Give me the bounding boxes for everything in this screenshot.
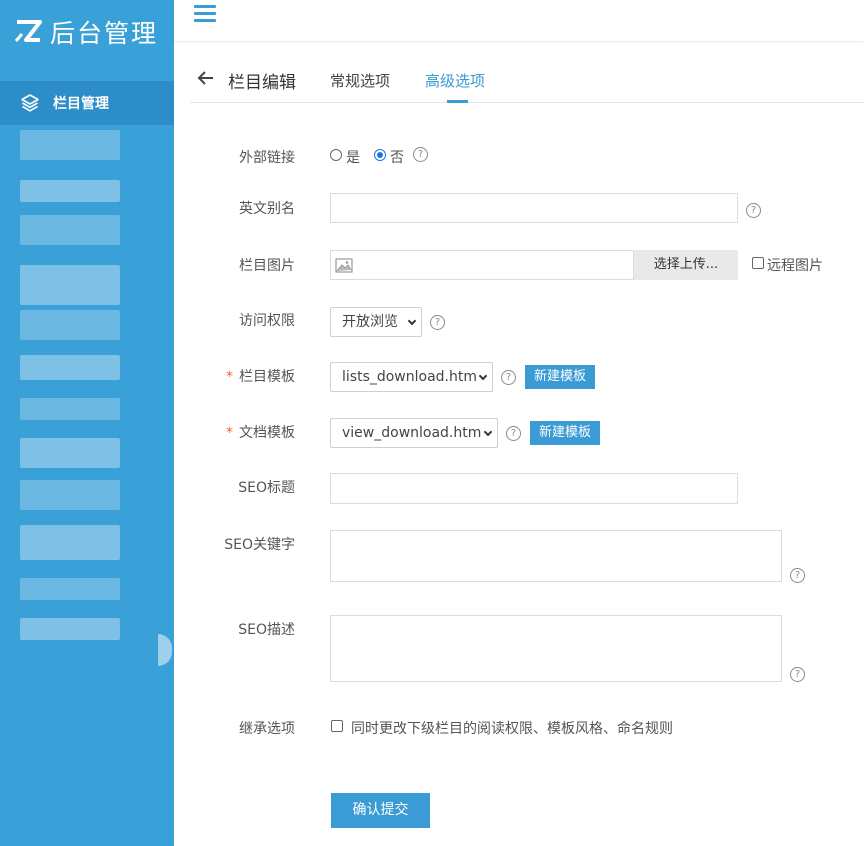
category-image-label: 栏目图片 [239,258,295,274]
required-marker: * [226,425,233,441]
external-link-label: 外部链接 [239,150,295,166]
sidebar-item-obscured[interactable] [20,618,120,640]
english-alias-input[interactable] [330,193,738,223]
logo-icon [14,20,42,42]
external-link-yes-radio[interactable] [330,149,342,161]
help-icon[interactable]: ? [413,147,428,162]
inherit-checkbox-label: 同时更改下级栏目的阅读权限、模板风格、命名规则 [351,721,673,737]
help-icon[interactable]: ? [790,568,805,583]
seo-keywords-label: SEO关键字 [224,537,295,553]
sidebar-item-obscured[interactable] [20,398,120,420]
external-link-yes-label: 是 [346,150,360,166]
doc-template-label: * 文档模板 [226,425,295,441]
sidebar-item-obscured[interactable] [20,180,120,202]
seo-title-input[interactable] [330,473,738,504]
choose-upload-button[interactable]: 选择上传... [633,250,738,280]
required-marker: * [226,369,233,385]
active-tab-indicator [447,100,468,103]
inherit-checkbox[interactable] [331,720,343,732]
help-icon[interactable]: ? [790,667,805,682]
remote-image-checkbox[interactable] [752,257,764,269]
sidebar-item-obscured[interactable] [20,310,120,340]
list-template-label: * 栏目模板 [226,369,295,385]
tab-general-options[interactable]: 常规选项 [330,70,390,91]
access-permission-select[interactable]: 开放浏览 [330,307,422,337]
tab-bar: 栏目编辑 常规选项 高级选项 [190,58,864,103]
sidebar-item-obscured[interactable] [20,130,120,160]
sidebar-item-obscured[interactable] [20,355,120,380]
page-title: 栏目编辑 [228,73,296,93]
sidebar-item-label: 栏目管理 [53,96,109,112]
sidebar-collapse-handle[interactable] [158,634,172,666]
seo-title-label: SEO标题 [238,480,295,496]
layers-icon [21,94,39,112]
inherit-options-label: 继承选项 [239,721,295,737]
submit-button[interactable]: 确认提交 [331,793,430,828]
help-icon[interactable]: ? [746,203,761,218]
seo-description-label: SEO描述 [238,622,295,638]
image-icon [335,258,353,273]
sidebar-item-obscured[interactable] [20,215,120,245]
logo: 后台管理 [0,0,174,64]
new-list-template-button[interactable]: 新建模板 [525,365,595,389]
doc-template-select[interactable]: view_download.htm [330,418,498,448]
remote-image-label: 远程图片 [767,258,823,274]
new-doc-template-button[interactable]: 新建模板 [530,421,600,445]
seo-description-textarea[interactable] [330,615,782,682]
sidebar-item-obscured[interactable] [20,525,120,560]
sidebar-item-obscured[interactable] [20,480,120,510]
help-icon[interactable]: ? [506,426,521,441]
english-alias-label: 英文别名 [239,201,295,217]
sidebar: 后台管理 栏目管理 [0,0,174,846]
sidebar-item-obscured[interactable] [20,265,120,305]
access-permission-value: 开放浏览 [342,314,398,330]
seo-keywords-textarea[interactable] [330,530,782,582]
tab-advanced-options[interactable]: 高级选项 [425,70,485,91]
help-icon[interactable]: ? [430,315,445,330]
external-link-no-radio[interactable] [374,149,386,161]
external-link-no-label: 否 [390,150,404,166]
doc-template-value: view_download.htm [342,425,482,441]
chevron-down-icon [407,316,417,326]
help-icon[interactable]: ? [501,370,516,385]
top-bar [174,0,864,42]
access-permission-label: 访问权限 [239,313,295,329]
chevron-down-icon [483,427,493,437]
list-template-value: lists_download.htm [342,369,478,385]
menu-icon[interactable] [194,5,216,25]
sidebar-item-obscured[interactable] [20,438,120,468]
app-title: 后台管理 [50,19,159,48]
sidebar-item-obscured[interactable] [20,578,120,600]
back-arrow-icon[interactable] [196,68,216,88]
chevron-down-icon [478,371,488,381]
sidebar-item-category-management[interactable]: 栏目管理 [0,81,174,125]
list-template-select[interactable]: lists_download.htm [330,362,493,392]
